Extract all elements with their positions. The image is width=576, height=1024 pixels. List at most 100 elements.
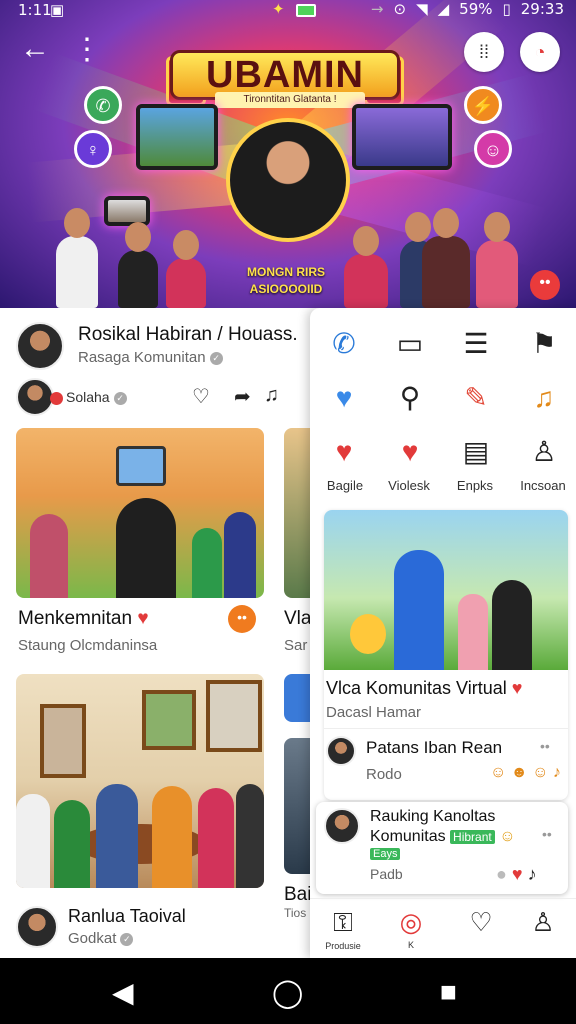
heart-icon: ♥ xyxy=(137,608,149,629)
panel-card[interactable]: Vlca Komunitas Virtual ♥ Dacasl Hamar Pa… xyxy=(324,510,568,800)
status-time-left: 1:11 xyxy=(18,1,52,19)
person-graphic xyxy=(394,550,444,670)
emoji-icon: ☺ xyxy=(499,828,516,845)
tab-label: K xyxy=(407,940,414,950)
tab-produsie[interactable]: ⚿ Produsie xyxy=(318,907,368,951)
avatar[interactable] xyxy=(16,322,64,370)
card-title[interactable]: Bai xyxy=(284,884,311,906)
phone-icon[interactable]: ✆ xyxy=(324,324,364,364)
music-notes-icon[interactable]: ♫ xyxy=(524,378,564,418)
card-title[interactable]: Menkemnitan ♥ xyxy=(18,608,149,630)
card-title[interactable]: Vla xyxy=(284,608,311,630)
notification-more-icon[interactable]: •• xyxy=(542,826,552,842)
avatar[interactable] xyxy=(16,906,58,948)
comment-text: Rodo xyxy=(366,766,402,783)
share-arrow-button[interactable]: ➦ xyxy=(234,384,251,409)
card-image[interactable] xyxy=(16,674,264,888)
tag-badge: Hibrant xyxy=(450,830,495,844)
notification-footer: Padb xyxy=(370,866,403,882)
crowd-person xyxy=(422,208,470,308)
more-menu-button[interactable]: ⋮ xyxy=(72,32,102,67)
panel-card-title: Vlca Komunitas Virtual ♥ xyxy=(326,678,522,699)
person-graphic xyxy=(224,512,256,598)
nav-back-icon[interactable]: ◀ xyxy=(112,976,134,1009)
like-button[interactable]: ♡ xyxy=(192,384,210,409)
icon-label: Enpks xyxy=(456,478,494,493)
tab-profile[interactable]: ♙ xyxy=(518,907,568,938)
crowd-person xyxy=(56,208,98,308)
person-graphic xyxy=(96,784,138,888)
commenter-avatar[interactable] xyxy=(326,736,356,766)
person-graphic xyxy=(152,786,192,888)
back-button[interactable]: ← xyxy=(20,32,50,66)
post-subtitle-text: Rasaga Komunitan xyxy=(78,349,206,366)
divider xyxy=(324,728,568,729)
verified-icon: ✓ xyxy=(120,932,134,946)
status-bar: 1:11 ▣ ✦ → ⊙ ◥ ◢ 59% ▯ 29:33 xyxy=(0,0,576,22)
notes-icon[interactable]: ☰ xyxy=(456,324,496,364)
panel-notification-card[interactable]: Rauking Kanoltas Komunitas Hibrant ☺ Eay… xyxy=(316,802,568,894)
battery-text: 59% xyxy=(459,0,493,18)
person-graphic xyxy=(458,594,488,670)
more-vertical-icon: ⋮ xyxy=(72,33,102,66)
icon-label: Violesk xyxy=(388,478,430,493)
crowd-person xyxy=(118,222,158,308)
nav-home-icon[interactable]: ◯ xyxy=(272,976,303,1009)
post-title[interactable]: Ranlua Taoival xyxy=(68,906,186,927)
card-image[interactable] xyxy=(16,428,264,598)
card-more-button[interactable]: •• xyxy=(228,605,256,633)
tab-label: Produsie xyxy=(325,941,361,951)
group-avatar[interactable] xyxy=(324,808,360,844)
person-icon[interactable]: ♙ xyxy=(524,432,564,472)
tab-target[interactable]: ◎ K xyxy=(386,907,436,950)
more-options-button[interactable]: •• xyxy=(530,270,560,300)
card-subtitle: Staung Olcmdaninsa xyxy=(18,637,158,654)
live-badge-icon xyxy=(50,392,63,405)
bottom-tab-bar: ⚿ Produsie ◎ K ♡ ♙ xyxy=(310,898,576,958)
post-subtitle: Rasaga Komunitan ✓ xyxy=(78,349,223,366)
blue-heart-icon[interactable]: ♥ xyxy=(324,378,364,418)
document-icon[interactable]: ▤ xyxy=(456,432,496,472)
verified-icon: ✓ xyxy=(209,351,223,365)
image-icon: ▣ xyxy=(50,2,65,19)
chat-bubble-icon[interactable]: ▭ xyxy=(390,324,430,364)
hero-caption: MONGN RIRS ASIOOOOIID xyxy=(247,265,325,296)
grid-button[interactable]: ⁞⁞ xyxy=(464,32,504,72)
card-subtitle: Tios xyxy=(284,906,307,920)
person-graphic xyxy=(16,794,50,888)
author-avatar[interactable] xyxy=(16,378,54,416)
music-button[interactable]: ♫ xyxy=(264,384,279,407)
verified-icon: ✓ xyxy=(113,391,127,405)
brush-icon[interactable]: ✎ xyxy=(456,378,496,418)
hero-screen-small xyxy=(104,196,150,226)
host-portrait xyxy=(226,118,350,242)
heart-icon: ♥ xyxy=(511,678,523,698)
heart-line-icon[interactable]: ♥ xyxy=(390,432,430,472)
notification-reactions[interactable]: ● ♥ ♪ xyxy=(496,864,537,885)
running-icon: ⚡ xyxy=(464,86,502,124)
share-button[interactable]: ◔ xyxy=(520,32,560,72)
nav-recents-icon[interactable]: ■ xyxy=(440,976,457,1008)
screen-graphic xyxy=(116,446,166,486)
icon-label: Bagile xyxy=(326,478,364,493)
sparkle-icon: ✦ xyxy=(272,1,285,18)
tab-favorites[interactable]: ♡ xyxy=(456,907,506,938)
post-subtitle: Godkat ✓ xyxy=(68,930,134,947)
status-icons-left: ▣ xyxy=(50,1,64,19)
data-arrow-icon: → xyxy=(370,0,384,18)
icon-label: Incsoan xyxy=(520,478,566,493)
bear-mascot-icon xyxy=(350,614,386,654)
author-name[interactable]: Solaha ✓ xyxy=(66,389,127,405)
bookmark-icon[interactable]: ⚑ xyxy=(524,324,564,364)
comment-name[interactable]: Patans Iban Rean xyxy=(366,738,502,758)
gender-icon: ♀ xyxy=(74,130,112,168)
notification-tag2: Eays xyxy=(370,848,401,860)
comment-more-icon[interactable]: •• xyxy=(540,738,550,754)
gender-icon[interactable]: ⚲ xyxy=(390,378,430,418)
notification-line1: Rauking Kanoltas xyxy=(370,808,496,825)
notification-box-icon xyxy=(296,4,316,17)
card-title-text: Menkemnitan xyxy=(18,608,133,629)
post-title[interactable]: Rosikal Habiran / Houass. xyxy=(78,324,298,346)
person-graphic xyxy=(192,528,222,598)
red-heart-icon[interactable]: ♥ xyxy=(324,432,364,472)
